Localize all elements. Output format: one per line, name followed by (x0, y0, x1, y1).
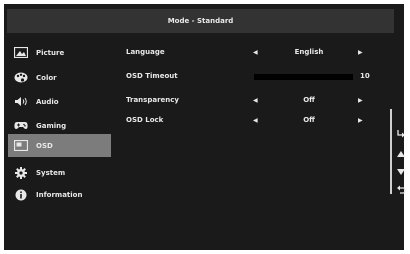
palette-icon (14, 72, 28, 84)
arrow-right-icon[interactable]: ▶ (358, 97, 363, 104)
sidebar-item-audio[interactable]: Audio (8, 90, 111, 113)
arrow-left-icon[interactable]: ◀ (253, 49, 258, 56)
language-label: Language (126, 48, 165, 56)
setting-row-osd-timeout[interactable]: OSD Timeout 10 (126, 72, 386, 84)
osd-icon (14, 140, 28, 152)
sidebar-item-label: Audio (36, 97, 59, 106)
sidebar-item-label: Gaming (36, 121, 67, 130)
sidebar-item-osd[interactable]: OSD (8, 134, 111, 157)
osd-lock-value: Off (303, 116, 315, 124)
sidebar-item-label: Picture (36, 48, 65, 57)
scroll-divider (390, 109, 392, 194)
arrow-left-icon[interactable]: ◀ (253, 97, 258, 104)
picture-icon (14, 47, 28, 59)
sidebar-item-system[interactable]: System (8, 161, 111, 184)
sidebar-item-information[interactable]: Information (8, 183, 111, 206)
back-icon[interactable] (395, 184, 407, 196)
triangle-up-icon[interactable] (395, 148, 407, 160)
arrow-right-icon[interactable]: ▶ (358, 49, 363, 56)
gamepad-icon (14, 120, 28, 132)
arrow-left-icon[interactable]: ◀ (253, 117, 258, 124)
sidebar-item-label: OSD (36, 141, 53, 150)
setting-row-transparency[interactable]: Transparency ◀ Off ▶ (126, 96, 386, 108)
osd-timeout-label: OSD Timeout (126, 72, 178, 80)
transparency-label: Transparency (126, 96, 179, 104)
sidebar-item-label: System (36, 168, 66, 177)
sidebar-item-label: Color (36, 73, 57, 82)
info-icon (14, 189, 28, 201)
setting-row-language[interactable]: Language ◀ English ▶ (126, 48, 386, 60)
sidebar-item-color[interactable]: Color (8, 66, 111, 89)
setting-row-osd-lock[interactable]: OSD Lock ◀ Off ▶ (126, 116, 386, 128)
osd-timeout-value: 10 (360, 72, 370, 80)
osd-lock-label: OSD Lock (126, 116, 164, 124)
arrow-right-icon[interactable]: ▶ (358, 117, 363, 124)
triangle-down-icon[interactable] (395, 166, 407, 178)
sidebar-item-label: Information (36, 190, 83, 199)
osd-timeout-slider[interactable] (254, 74, 353, 80)
language-value: English (294, 48, 324, 56)
sidebar-item-picture[interactable]: Picture (8, 41, 111, 64)
speaker-icon (14, 96, 28, 108)
transparency-value: Off (303, 96, 315, 104)
osd-window: Mode - Standard Picture Color Audio Gami… (4, 4, 407, 250)
gear-icon (14, 166, 28, 179)
mode-title-bar: Mode - Standard (7, 9, 394, 33)
enter-icon[interactable] (395, 128, 407, 140)
mode-title: Mode - Standard (167, 17, 234, 25)
